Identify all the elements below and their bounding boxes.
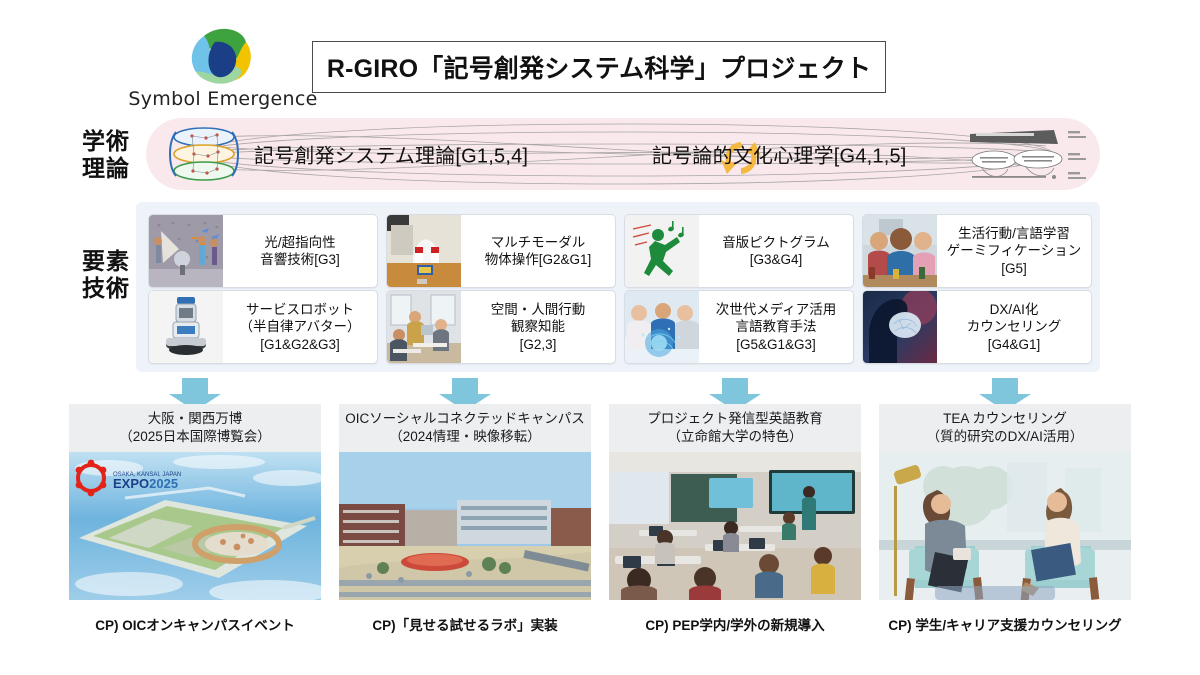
directional-audio-room-photo (149, 215, 223, 287)
tech-card[interactable]: 次世代メディア活用 言語教育手法 [G5&G1&G3] (624, 290, 854, 364)
row-label-element-technology-line1: 要素 (82, 248, 130, 274)
cp-column-heading: プロジェクト発信型英語教育 （立命館大学の特色） (609, 404, 861, 452)
multimodal-manipulation-robot-photo (387, 215, 461, 287)
cp-column: TEA カウンセリング （質的研究のDX/AI活用） CP) 学生/キャリア支援… (879, 404, 1131, 634)
running-pictogram-icon (625, 215, 699, 287)
cp-heading-line2: （立命館大学の特色） (667, 429, 803, 444)
tech-card-label: マルチモーダル 物体操作[G2&G1] (461, 215, 615, 287)
page-title: R-GIRO「記号創発システム科学」プロジェクト (326, 55, 872, 83)
pep-classroom-photo (609, 452, 861, 600)
tech-label-line3: [G4&G1] (987, 336, 1041, 352)
next-gen-media-classroom-photo (625, 291, 699, 363)
layered-emergence-diagram-thumbnail (162, 126, 246, 182)
tech-label-line1: 光/超指向性 (264, 234, 336, 250)
row-label-academic-theory: 学術 理論 (66, 128, 146, 182)
row-label-academic-theory-line1: 学術 (82, 128, 130, 154)
tech-label-line2: 物体操作[G2&G1] (484, 252, 592, 267)
row-label-element-technology-line2: 技術 (82, 275, 130, 302)
expo-2025-site-aerial-render: OSAKA, KANSAI, JAPAN EXPO2025 (69, 452, 321, 600)
tech-card-label: 生活行動/言語学習 ゲーミフィケーション [G5] (937, 215, 1091, 287)
cp-caption: CP) OICオンキャンパスイベント (95, 618, 295, 633)
tech-label-line1: 音版ピクトグラム (722, 234, 830, 250)
tech-label-line2: 観察知能 (511, 319, 565, 335)
theory-item-right: 記号論的文化心理学[G4,1,5] (652, 145, 907, 168)
oic-campus-exterior-photo (339, 452, 591, 600)
tech-card-label: 光/超指向性 音響技術[G3] (223, 215, 377, 287)
cp-heading-line2: （2024情理・映像移転） (389, 429, 541, 444)
tech-card[interactable]: 空間・人間行動 観察知能 [G2,3] (386, 290, 616, 364)
academic-theory-band: 記号創発システム理論[G1,5,4] 記号論的文化心理学[G4,1,5] (146, 118, 1100, 190)
tech-label-line1: 空間・人間行動 (490, 302, 586, 318)
tech-label-line3: [G5&G1&G3] (736, 336, 816, 352)
tech-label-line2: [G3&G4] (749, 252, 803, 267)
tech-label-line2: ゲーミフィケーション (946, 243, 1082, 259)
project-title-box: R-GIRO「記号創発システム科学」プロジェクト (312, 41, 886, 93)
tech-label-line3: [G2,3] (519, 336, 557, 352)
tech-card-label: DX/AI化 カウンセリング [G4&G1] (937, 291, 1091, 363)
tech-card[interactable]: 音版ピクトグラム [G3&G4] (624, 214, 854, 288)
cp-caption: CP)「見せる試せるラボ」実装 (372, 618, 558, 633)
ai-brain-profile-photo (863, 291, 937, 363)
tech-card-label: 空間・人間行動 観察知能 [G2,3] (461, 291, 615, 363)
tech-card-label: サービスロボット （半自律アバター） [G1&G2&G3] (223, 291, 377, 363)
cp-heading-line1: プロジェクト発信型英語教育 (647, 411, 823, 427)
tech-card-label: 次世代メディア活用 言語教育手法 [G5&G1&G3] (699, 291, 853, 363)
tech-label-line3: [G5] (1001, 260, 1027, 276)
office-observation-photo (387, 291, 461, 363)
cp-column: OICソーシャルコネクテッドキャンパス （2024情理・映像移転） CP)「見せ… (339, 404, 591, 634)
tech-label-line1: 次世代メディア活用 (715, 302, 837, 318)
cp-column: 大阪・関西万博 （2025日本国際博覧会） OSAKA, KANSAI, JAP… (69, 404, 321, 634)
logo-block: Symbol Emergence (128, 26, 318, 110)
cp-heading-line2: （2025日本国際博覧会） (119, 429, 271, 444)
cp-column-heading: TEA カウンセリング （質的研究のDX/AI活用） (879, 404, 1131, 452)
tech-card[interactable]: サービスロボット （半自律アバター） [G1&G2&G3] (148, 290, 378, 364)
tech-label-line2: カウンセリング (966, 319, 1062, 335)
cp-heading-line2: （質的研究のDX/AI活用） (926, 429, 1084, 444)
tech-card[interactable]: 生活行動/言語学習 ゲーミフィケーション [G5] (862, 214, 1092, 288)
semiotic-culture-diagram-thumbnail (946, 122, 1096, 188)
tech-card-label: 音版ピクトグラム [G3&G4] (699, 215, 853, 287)
element-technology-panel: 光/超指向性 音響技術[G3] マルチモーダル 物体操作[G2&G1] 音版ピク… (136, 202, 1100, 372)
tech-card[interactable]: DX/AI化 カウンセリング [G4&G1] (862, 290, 1092, 364)
cp-caption: CP) PEP学内/学外の新規導入 (645, 618, 825, 633)
tech-label-line1: サービスロボット (246, 302, 354, 318)
cp-heading-line1: OICソーシャルコネクテッドキャンパス (345, 411, 585, 427)
cp-column: プロジェクト発信型英語教育 （立命館大学の特色） CP) PEP学内/学外の新規… (609, 404, 861, 634)
cp-heading-line1: 大阪・関西万博 (147, 411, 243, 427)
logo-wordmark: Symbol Emergence (128, 88, 318, 110)
tech-label-line2: 言語教育手法 (735, 319, 817, 335)
cp-column-heading: OICソーシャルコネクテッドキャンパス （2024情理・映像移転） (339, 404, 591, 452)
theory-item-left: 記号創発システム理論[G1,5,4] (254, 145, 529, 168)
svg-text:EXPO2025: EXPO2025 (113, 476, 178, 491)
cp-caption: CP) 学生/キャリア支援カウンセリング (888, 618, 1122, 633)
tech-label-line2: 音響技術[G3] (260, 252, 340, 267)
tech-label-line1: 生活行動/言語学習 (958, 226, 1070, 242)
row-label-academic-theory-line2: 理論 (82, 155, 130, 182)
cp-column-heading: 大阪・関西万博 （2025日本国際博覧会） (69, 404, 321, 452)
slide-root: Symbol Emergence R-GIRO「記号創発システム科学」プロジェク… (0, 0, 1200, 675)
tech-label-line2: （半自律アバター） (239, 319, 361, 335)
tech-card[interactable]: 光/超指向性 音響技術[G3] (148, 214, 378, 288)
cp-heading-line1: TEA カウンセリング (943, 411, 1067, 427)
tech-card[interactable]: マルチモーダル 物体操作[G2&G1] (386, 214, 616, 288)
tech-label-line3: [G1&G2&G3] (260, 336, 340, 352)
tech-label-line1: マルチモーダル (490, 234, 586, 250)
symbol-emergence-swirl-logo (184, 26, 260, 88)
header: Symbol Emergence R-GIRO「記号創発システム科学」プロジェク… (0, 0, 1200, 115)
row-label-element-technology: 要素 技術 (66, 248, 146, 302)
counseling-session-photo (879, 452, 1131, 600)
board-game-players-photo (863, 215, 937, 287)
service-robot-photo (149, 291, 223, 363)
tech-label-line1: DX/AI化 (989, 302, 1039, 318)
